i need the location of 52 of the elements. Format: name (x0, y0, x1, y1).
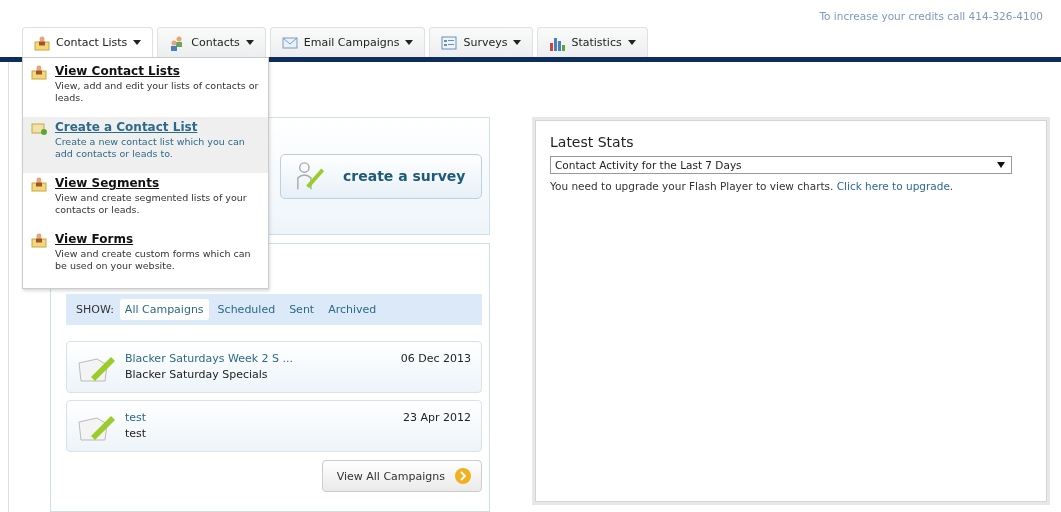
campaign-subject: test (125, 427, 148, 440)
menu-item[interactable]: View Segments View and create segmented lists of your contacts or leads. (23, 173, 268, 229)
filter-tab[interactable]: All Campaigns (119, 299, 209, 320)
flash-message: You need to upgrade your Flash Player to view charts. Click here to upgrade. (550, 180, 954, 192)
menu-item-title: Create a Contact List (55, 120, 199, 134)
caret-icon (405, 40, 414, 45)
person-folder-icon (31, 232, 47, 248)
dropdown-arrow-icon (997, 162, 1005, 168)
envelope-pencil-icon (77, 355, 117, 383)
panel-title: Latest Stats (550, 134, 634, 150)
view-all-campaigns-button[interactable]: View All Campaigns (321, 460, 482, 492)
menu-item-description: Create a new contact list which you can add contacts or leads to. (55, 136, 246, 160)
filter-tab[interactable]: Sent (284, 299, 320, 320)
caret-icon (627, 40, 636, 45)
arrow-circle-icon (455, 468, 471, 484)
filter-label: SHOW: (76, 303, 114, 316)
menu-tab[interactable]: Contacts (157, 27, 266, 57)
create-survey-button[interactable]: create a survey (280, 153, 482, 199)
menu-item[interactable]: Create a Contact List Create a new contact list which you can add contacts or leads to. (23, 117, 268, 173)
menu-item[interactable]: View Forms View and create custom forms which can be used on your website. (23, 229, 268, 285)
menu-tab[interactable]: Surveys (429, 27, 534, 57)
folder-add-icon (31, 120, 47, 136)
menu-item-description: View and create segmented lists of your contacts or leads. (55, 192, 248, 216)
menu-item-title: View Forms (55, 232, 135, 246)
menu-item-description: View and create custom forms which can be used on your website. (55, 248, 252, 272)
campaign-subject: Blacker Saturday Specials (125, 368, 269, 381)
credits-note: To increase your credits call 414-326-4100 (819, 10, 1043, 22)
caret-icon (513, 40, 522, 45)
menu-tab[interactable]: Statistics (537, 27, 648, 57)
menu-item-title: View Contact Lists (55, 64, 181, 78)
person-folder-icon (31, 64, 47, 80)
person-folder-icon (31, 176, 47, 192)
envelope-icon (281, 34, 298, 51)
person-folder-icon (34, 34, 50, 51)
menu-item-title: View Segments (55, 176, 161, 190)
envelope-pencil-icon (77, 414, 117, 442)
stats-select[interactable]: Contact Activity for the Last 7 Days (550, 156, 1012, 174)
menu-tab[interactable]: Contact Lists (22, 27, 154, 57)
menu-item-description: View, add and edit your lists of contacts or leads. (55, 80, 260, 104)
filter-tab[interactable]: Archived (323, 299, 382, 320)
campaign-name[interactable]: test (125, 411, 395, 424)
upgrade-link[interactable]: Click here to upgrade (836, 180, 950, 192)
person-pencil-icon (295, 161, 325, 191)
campaign-name[interactable]: Blacker Saturdays Week 2 S ... (125, 352, 393, 365)
filter-tab[interactable]: Scheduled (212, 299, 281, 320)
menu-tab[interactable]: Email Campaigns (269, 27, 426, 57)
campaign-date: 23 Apr 2012 (403, 411, 471, 424)
menu-item[interactable]: View Contact Lists View, add and edit your lists of contacts or leads. (23, 61, 268, 117)
form-icon (441, 34, 458, 51)
caret-icon (245, 40, 254, 45)
caret-icon (133, 40, 142, 45)
campaign-date: 06 Dec 2013 (400, 352, 471, 365)
